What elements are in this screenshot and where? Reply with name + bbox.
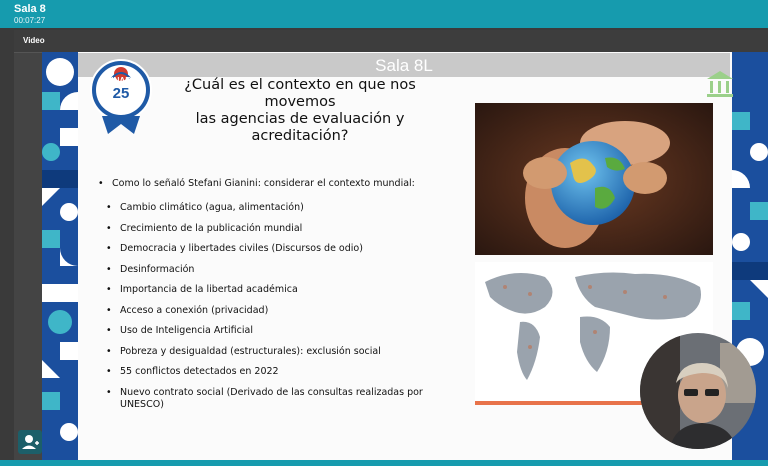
university-icon xyxy=(707,71,733,97)
bottom-accent-bar xyxy=(0,460,768,466)
slide-title-line: ¿Cuál es el contexto en que nos xyxy=(184,77,416,93)
sub-bullet-text: Nuevo contrato social (Derivado de las c… xyxy=(120,387,423,398)
sub-bullet-text: Pobreza y desigualdad (estructurales): e… xyxy=(120,346,381,357)
window-title: Sala 8 xyxy=(14,3,46,15)
participant-webcam[interactable] xyxy=(640,333,756,449)
left-pattern-decoration xyxy=(42,52,78,460)
slide-accent-bar xyxy=(475,401,645,405)
video-panel-header: Video xyxy=(14,30,768,53)
sub-bullet-text: Cambio climático (agua, alimentación) xyxy=(120,202,304,213)
title-bar: Sala 8 00:07:27 xyxy=(0,0,768,28)
sub-bullet-text: Crecimiento de la publicación mundial xyxy=(120,223,303,234)
sub-bullet-text: Acceso a conexión (privacidad) xyxy=(120,305,269,316)
sub-bullet-text: Uso de Inteligencia Artificial xyxy=(120,325,253,336)
main-bullet-text: Como lo señaló Stefani Gianini: consider… xyxy=(112,178,415,189)
sub-bullet-text: Importancia de la libertad académica xyxy=(120,284,298,295)
room-name-banner: Sala 8L xyxy=(78,53,730,77)
sinaes-logo: 25 xyxy=(90,59,152,134)
sub-bullet-text: UNESCO) xyxy=(120,399,164,410)
sub-bullet-text: 55 conflictos detectados en 2022 xyxy=(120,366,279,377)
slide-title-line: movemos xyxy=(264,94,336,110)
room-name-label: Sala 8L xyxy=(375,56,433,75)
participants-button[interactable] xyxy=(18,430,42,454)
video-panel-title: Video xyxy=(23,36,45,45)
main-bullet: Como lo señaló Stefani Gianini: consider… xyxy=(98,178,415,189)
sub-bullet-text: Desinformación xyxy=(120,264,195,275)
slide-title-line: acreditación? xyxy=(251,128,349,144)
sub-bullet-text: Democracia y libertades civiles (Discurs… xyxy=(120,243,363,254)
slide-title-line: las agencias de evaluación y xyxy=(195,111,405,127)
person-icon xyxy=(22,435,39,449)
globe-in-hands-image xyxy=(475,103,713,255)
session-timer: 00:07:27 xyxy=(14,16,46,25)
logo-years: 25 xyxy=(113,85,130,102)
logo-brand: SINAES xyxy=(106,76,136,85)
slide-title: ¿Cuál es el contexto en que nos movemos … xyxy=(180,77,420,145)
